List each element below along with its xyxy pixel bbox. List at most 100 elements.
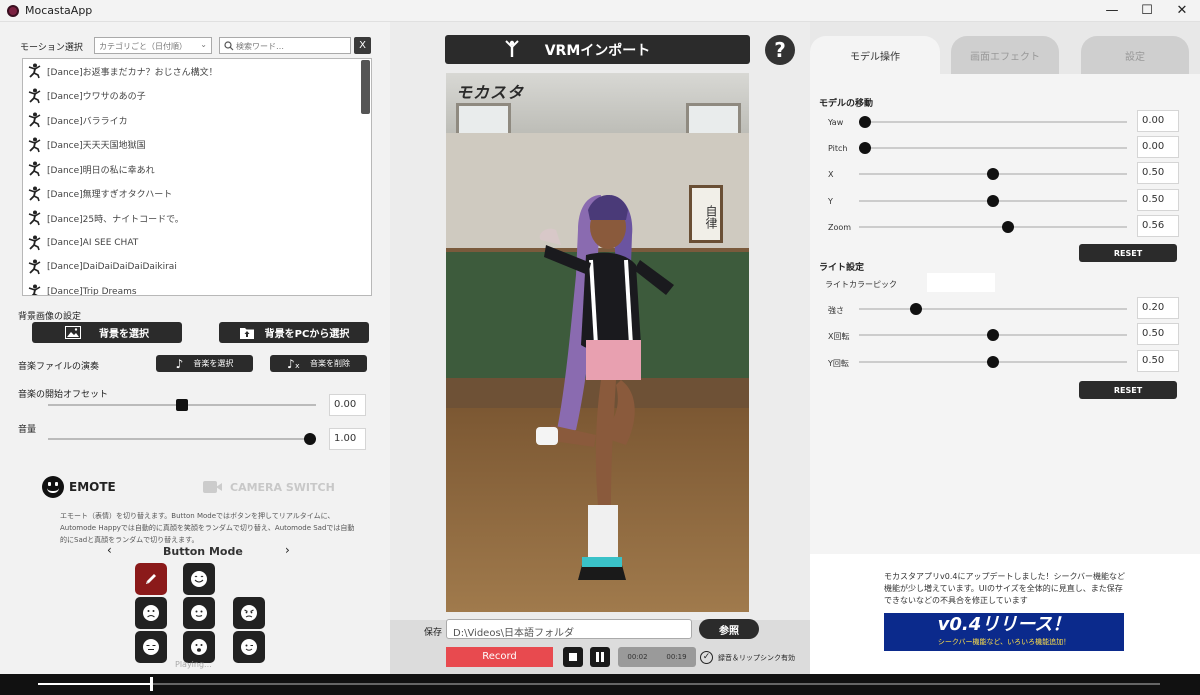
delete-music-button[interactable]: ♪ₓ 音楽を削除 [270,355,367,372]
minimize-button[interactable]: — [1097,2,1127,20]
tab-screen-effect[interactable]: 画面エフェクト [951,36,1059,74]
select-background-pc-button[interactable]: 背景をPCから選択 [219,322,369,343]
motion-list-item[interactable]: [Dance]25時、ナイトコードで。 [23,206,371,231]
motion-list-item[interactable]: [Dance]AI SEE CHAT [23,231,371,256]
move-value[interactable]: 0.56 [1137,214,1179,237]
seek-handle[interactable] [150,677,154,691]
lipsync-checkbox[interactable]: ✓ [700,651,713,664]
motion-list-item[interactable]: [Dance]バラライカ [23,108,371,133]
move-value[interactable]: 0.00 [1137,110,1179,132]
vrm-import-button[interactable]: VRMインポート [445,35,750,64]
time-total: 00:19 [666,653,687,661]
release-banner[interactable]: v0.4リリース！ シークバー機能など、いろいろ機能追加！ [884,613,1124,651]
slider-handle[interactable] [859,116,871,128]
slider-handle[interactable] [987,329,999,342]
mode-next-button[interactable]: › [285,543,290,557]
mode-prev-button[interactable]: ‹ [107,543,112,557]
preview-viewport[interactable]: 自律 モカスタ [446,73,749,612]
help-button[interactable]: ? [765,35,795,65]
emote-wink-button[interactable] [233,631,265,663]
slider-handle[interactable] [910,303,923,315]
emote-sad-button[interactable] [135,597,167,629]
playing-status: Playing... [175,660,212,669]
emote-edit-button[interactable] [135,563,167,595]
motion-list-item[interactable]: [Dance]無理すぎオタクハート [23,182,371,207]
time-display: 00:02 00:19 [618,647,696,667]
offset-value[interactable]: 0.00 [329,394,366,416]
seek-bar[interactable] [0,674,1200,695]
clear-search-button[interactable]: X [354,37,371,54]
light-value[interactable]: 0.20 [1137,297,1179,319]
motion-list-item[interactable]: [Dance]DaiDaiDaiDaiDaikirai [23,255,371,280]
select-background-label: 背景を選択 [99,329,149,340]
move-slider[interactable] [859,115,1127,129]
maximize-button[interactable]: ☐ [1132,2,1162,20]
volume-handle[interactable] [304,433,316,445]
light-value[interactable]: 0.50 [1137,323,1179,346]
emote-neutral-button[interactable] [183,597,215,629]
volume-value[interactable]: 1.00 [329,428,366,450]
tab-model-control[interactable]: モデル操作 [810,36,940,74]
emote-tab[interactable]: EMOTE [69,480,116,494]
slider-handle[interactable] [987,355,999,368]
move-slider[interactable] [859,194,1127,208]
slider-handle[interactable] [859,142,871,155]
browse-button[interactable]: 参照 [699,619,759,639]
light-color-label: ライトカラーピック [825,280,897,289]
slider-handle[interactable] [987,194,999,207]
scrollbar-thumb[interactable] [361,60,370,114]
save-path-input[interactable]: D:\Videos\日本語フォルダ [446,619,692,639]
emote-smile-icon[interactable] [42,476,64,498]
search-input[interactable]: 検索ワード… [219,37,351,54]
motion-select-label: モーション選択 [20,43,83,53]
motion-list-item[interactable]: [Dance]天天天国地獄国 [23,133,371,158]
move-value[interactable]: 0.50 [1137,162,1179,185]
dance-icon [28,235,41,251]
motion-list-item[interactable]: [Dance]ウワサのあの子 [23,84,371,109]
move-value[interactable]: 0.50 [1137,188,1179,211]
motion-list-item[interactable]: [Dance]明日の私に幸あれ [23,157,371,182]
wall-sign: 自律 [689,185,723,243]
light-slider[interactable] [859,328,1127,342]
emote-surprised-button[interactable] [183,631,215,663]
motion-list-item[interactable]: [Dance]Trip Dreams [23,280,371,296]
move-value[interactable]: 0.00 [1137,136,1179,159]
offset-handle[interactable] [176,399,188,411]
move-slider-label: Y [828,196,833,206]
close-button[interactable]: ✕ [1167,2,1197,20]
volume-slider[interactable] [48,432,316,446]
offset-slider[interactable] [48,398,316,412]
emote-happy-button[interactable] [183,563,215,595]
select-background-button[interactable]: 背景を選択 [32,322,182,343]
delete-music-label: 音楽を削除 [309,359,350,368]
motion-list-item[interactable]: [Dance]お返事まだカナ？おじさん構文！ [23,59,371,84]
neutral-face-icon [191,605,207,621]
light-slider[interactable] [859,302,1127,316]
light-color-swatch[interactable] [927,273,995,292]
reset-move-button[interactable]: RESET [1079,244,1177,262]
camera-switch-tab[interactable]: CAMERA SWITCH [230,481,335,494]
move-slider[interactable] [859,167,1127,181]
emote-angry-button[interactable] [233,597,265,629]
emote-relaxed-button[interactable] [135,631,167,663]
tab-settings[interactable]: 設定 [1081,36,1189,74]
seek-progress [38,683,151,685]
move-slider[interactable] [859,220,1127,234]
save-label: 保存 [424,628,443,638]
category-select[interactable]: カテゴリごと（日付順） ⌄ [94,37,212,54]
move-slider[interactable] [859,141,1127,155]
pause-button[interactable] [590,647,610,667]
move-slider-label: X [828,170,834,180]
slider-handle[interactable] [1002,220,1015,233]
light-slider[interactable] [859,355,1127,369]
stop-button[interactable] [563,647,583,667]
mocasta-logo: モカスタ [456,83,525,102]
select-music-button[interactable]: ♪ 音楽を選択 [156,355,253,372]
record-button[interactable]: Record [446,647,553,667]
happy-face-icon [191,571,207,587]
slider-handle[interactable] [987,168,999,181]
motion-list-item-label: [Dance]Trip Dreams [47,286,137,296]
reset-light-button[interactable]: RESET [1079,381,1177,399]
motion-list-item-label: [Dance]天天天国地獄国 [47,141,146,152]
light-value[interactable]: 0.50 [1137,349,1179,372]
